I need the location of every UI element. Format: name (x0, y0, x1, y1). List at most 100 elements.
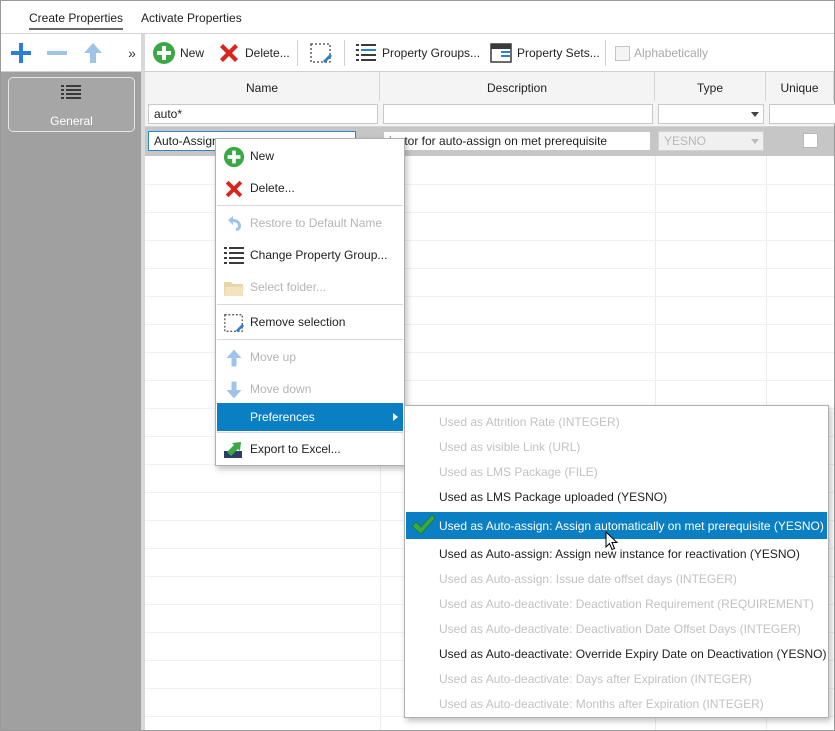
property-group-general[interactable]: General (8, 77, 135, 132)
preference-label: Used as LMS Package (FILE) (439, 465, 598, 479)
arrow-up-icon (84, 43, 102, 63)
preference-item-visible-link: Used as visible Link (URL) (406, 434, 827, 459)
menu-item-select-folder: Select folder... (217, 273, 403, 301)
preference-item-lms-package: Used as LMS Package (FILE) (406, 459, 827, 484)
toolbar-separator (344, 40, 345, 66)
menu-item-remove-selection[interactable]: Remove selection (217, 308, 403, 336)
menu-item-label: Remove selection (250, 315, 346, 329)
column-header-name[interactable]: Name (145, 72, 380, 104)
group-label: General (50, 114, 93, 128)
toolbar-separator (297, 40, 298, 66)
list-icon (224, 247, 244, 264)
minus-icon (47, 51, 67, 55)
menu-separator (217, 205, 403, 206)
tab-activate-properties[interactable]: Activate Properties (141, 11, 242, 25)
menu-item-label: Delete... (250, 181, 295, 195)
preference-item-lms-package-uploaded[interactable]: Used as LMS Package uploaded (YESNO) (406, 484, 827, 509)
chevron-down-icon (751, 139, 759, 144)
excel-export-icon (224, 442, 242, 458)
menu-item-label: Move up (250, 350, 297, 364)
property-sets-label: Property Sets... (517, 46, 600, 60)
preference-label: Used as Auto-deactivate: Days after Expi… (439, 672, 752, 686)
arrow-up-icon (226, 349, 242, 367)
alphabetically-toggle[interactable]: Alphabetically (615, 39, 708, 67)
description-cell-input[interactable]: icator for auto-assign on met prerequisi… (383, 131, 651, 151)
remove-selection-button[interactable] (309, 39, 333, 67)
menu-item-new[interactable]: New (217, 142, 403, 170)
menu-item-label: Move down (250, 382, 312, 396)
menu-item-label: Export to Excel... (250, 442, 341, 456)
menu-item-restore-default-name: Restore to Default Name (217, 209, 403, 237)
unique-checkbox[interactable] (803, 133, 818, 148)
new-label: New (180, 46, 205, 60)
new-button[interactable]: New (152, 39, 204, 67)
preference-item-override-expiry-date[interactable]: Used as Auto-deactivate: Override Expiry… (406, 641, 827, 666)
property-sets-button[interactable]: Property Sets... (489, 39, 600, 67)
preference-item-deactivation-requirement: Used as Auto-deactivate: Deactivation Re… (406, 591, 827, 616)
move-group-up-button[interactable] (80, 40, 106, 66)
tab-create-properties[interactable]: Create Properties (29, 11, 124, 30)
type-cell-value: YESNO (664, 134, 707, 148)
description-filter-input[interactable] (383, 104, 653, 124)
preference-label: Used as Attrition Rate (INTEGER) (439, 415, 620, 429)
submenu-arrow-icon (393, 413, 398, 421)
plus-circle-icon (153, 42, 175, 64)
menu-item-change-property-group[interactable]: Change Property Group... (217, 241, 403, 269)
delete-button[interactable]: Delete... (217, 39, 290, 67)
preference-label: Used as Auto-assign: Issue date offset d… (439, 572, 737, 586)
preference-label: Used as Auto-assign: Assign new instance… (439, 547, 800, 561)
preference-item-deactivation-date-offset: Used as Auto-deactivate: Deactivation Da… (406, 616, 827, 641)
arrow-down-icon (226, 381, 242, 399)
preference-item-months-after-expiration: Used as Auto-deactivate: Months after Ex… (406, 691, 827, 716)
preference-label: Used as Auto-deactivate: Months after Ex… (439, 697, 764, 711)
preference-item-issue-date-offset: Used as Auto-assign: Issue date offset d… (406, 566, 827, 591)
menu-item-label: Restore to Default Name (250, 216, 383, 230)
menu-item-preferences[interactable]: Preferences (217, 403, 403, 431)
menu-item-move-up: Move up (217, 343, 403, 371)
menu-item-label: New (250, 149, 275, 163)
red-x-icon (225, 180, 243, 198)
plus-icon (11, 43, 31, 63)
menu-item-export-to-excel[interactable]: Export to Excel... (217, 435, 403, 463)
preference-label: Used as Auto-deactivate: Override Expiry… (439, 647, 827, 661)
property-sets-icon (490, 43, 512, 63)
plus-circle-icon (223, 146, 245, 168)
preferences-submenu: Used as Attrition Rate (INTEGER) Used as… (404, 405, 829, 718)
remove-group-button[interactable] (44, 40, 70, 66)
checkmark-icon (411, 514, 436, 535)
left-toolbar: » (1, 34, 141, 72)
main-toolbar: New Delete... Property Groups... Propert… (145, 34, 834, 72)
type-cell-select: YESNO (658, 131, 764, 151)
property-groups-label: Property Groups... (382, 46, 481, 60)
delete-label: Delete... (245, 46, 290, 60)
menu-item-label: Select folder... (250, 280, 327, 294)
alphabetically-checkbox[interactable] (615, 45, 630, 61)
tab-strip: Create Properties Activate Properties (1, 1, 834, 33)
preference-item-days-after-expiration: Used as Auto-deactivate: Days after Expi… (406, 666, 827, 691)
column-header-type[interactable]: Type (655, 72, 766, 104)
context-menu: New Delete... Restore to Default Name Ch… (215, 138, 405, 466)
add-group-button[interactable] (8, 40, 34, 66)
menu-separator (217, 432, 403, 433)
column-header-unique[interactable]: Unique (766, 72, 834, 104)
remove-selection-icon (310, 43, 332, 63)
alphabetically-label: Alphabetically (634, 46, 709, 60)
column-header-description[interactable]: Description (380, 72, 655, 104)
menu-separator (217, 304, 403, 305)
unique-filter-input[interactable] (769, 104, 835, 124)
preference-label: Used as Auto-deactivate: Deactivation Re… (439, 597, 814, 611)
menu-item-delete[interactable]: Delete... (217, 174, 403, 202)
name-filter-input[interactable]: auto* (148, 104, 378, 124)
property-groups-button[interactable]: Property Groups... (354, 39, 480, 67)
menu-item-move-down: Move down (217, 375, 403, 403)
preference-label: Used as visible Link (URL) (439, 440, 581, 454)
undo-icon (228, 216, 241, 231)
menu-item-label: Change Property Group... (250, 248, 388, 262)
preference-label: Used as Auto-deactivate: Deactivation Da… (439, 622, 801, 636)
menu-separator (217, 339, 403, 340)
type-filter-select[interactable] (658, 104, 764, 124)
remove-selection-icon (224, 314, 245, 333)
red-x-icon (220, 44, 238, 62)
toolbar-separator (605, 40, 606, 66)
chevron-down-icon (751, 112, 759, 117)
